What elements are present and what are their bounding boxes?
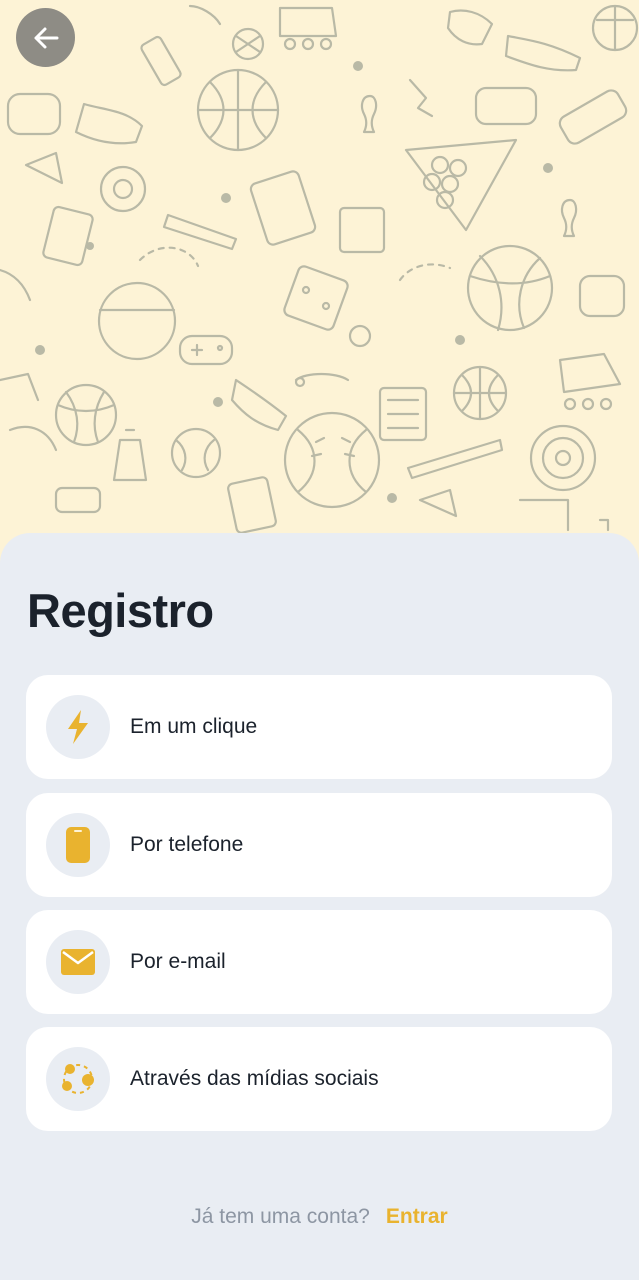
- sports-pattern-background: [0, 4, 639, 534]
- option-label: Por e-mail: [130, 950, 226, 973]
- option-label: Em um clique: [130, 715, 258, 738]
- lightning-icon: [68, 710, 88, 744]
- back-button[interactable]: [16, 8, 75, 67]
- register-one-click-button[interactable]: Em um clique: [26, 675, 612, 779]
- registration-sheet: Registro Em um clique Por telefone Por e…: [0, 533, 639, 1280]
- register-email-button[interactable]: Por e-mail: [26, 910, 612, 1014]
- option-icon-circle: [46, 813, 110, 877]
- login-question: Já tem uma conta?: [191, 1205, 370, 1228]
- phone-icon: [66, 827, 90, 863]
- option-label: Através das mídias sociais: [130, 1067, 379, 1090]
- arrow-left-icon: [34, 27, 58, 48]
- social-network-icon: [62, 1064, 94, 1094]
- option-icon-circle: [46, 695, 110, 759]
- login-prompt: Já tem uma conta? Entrar: [0, 1205, 639, 1229]
- sports-pattern-header: [0, 0, 639, 600]
- register-social-button[interactable]: Através das mídias sociais: [26, 1027, 612, 1131]
- envelope-icon: [61, 949, 95, 975]
- option-icon-circle: [46, 930, 110, 994]
- register-phone-button[interactable]: Por telefone: [26, 793, 612, 897]
- option-label: Por telefone: [130, 833, 244, 856]
- page-title: Registro: [27, 584, 214, 637]
- login-link[interactable]: Entrar: [386, 1205, 448, 1228]
- option-icon-circle: [46, 1047, 110, 1111]
